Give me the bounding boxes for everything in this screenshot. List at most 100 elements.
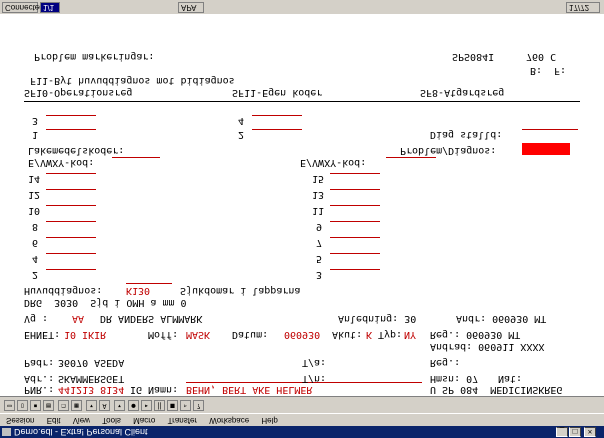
code-field[interactable]: [330, 269, 380, 270]
andrad-label: Andrad: 060911 XXXX: [430, 341, 545, 352]
window-title: Demo.edl - Extra! Personal Client: [14, 427, 148, 437]
problem-diag-field[interactable]: [522, 143, 570, 155]
op-3-label: 3: [32, 115, 39, 126]
op-4-field[interactable]: [252, 115, 302, 116]
row-num-right: 11: [312, 205, 325, 216]
step-icon[interactable]: ▹: [180, 400, 191, 411]
op-3-field[interactable]: [46, 115, 96, 116]
new-session-icon[interactable]: ▭: [4, 400, 15, 411]
help-pointer-icon[interactable]: ?: [193, 400, 204, 411]
play-icon[interactable]: ▸: [141, 400, 152, 411]
row-num-left: 12: [28, 189, 41, 200]
screen-id: SPS084I: [452, 51, 495, 62]
pnr-value[interactable]: 441213 8134: [58, 384, 124, 395]
menu-transfer[interactable]: Transfer: [168, 416, 198, 425]
namn-value[interactable]: BEHN, BERT AKE HELMER: [186, 384, 312, 395]
sf11-label[interactable]: SF11-Egen koder: [232, 87, 322, 98]
code-field[interactable]: [330, 237, 380, 238]
status-bar: Connected 1/1 APA 17/72: [0, 0, 604, 14]
f11-hint: F11-Byt huvuddiagnos mot bidiagnos: [30, 75, 235, 86]
font-icon[interactable]: A: [99, 400, 110, 411]
title-bar: Demo.edl - Extra! Personal Client _ □ ×: [0, 426, 604, 438]
code-field[interactable]: [46, 173, 96, 174]
record-icon[interactable]: ●: [128, 400, 139, 411]
code-field[interactable]: [330, 221, 380, 222]
page-f-label: F:: [554, 65, 567, 76]
row-num-right: 13: [312, 189, 325, 200]
huvuddiagnos-value[interactable]: K130: [126, 285, 150, 296]
code-field[interactable]: [330, 173, 380, 174]
diag-stalld-field[interactable]: [522, 129, 578, 130]
copy-icon[interactable]: ❐: [58, 400, 69, 411]
page-b-label: B:: [530, 65, 543, 76]
sf8-label[interactable]: SF8-Atgardsreg: [420, 87, 504, 98]
dropdown-icon[interactable]: ▾: [86, 400, 97, 411]
paste-icon[interactable]: ▦: [71, 400, 82, 411]
vg-value[interactable]: AA: [72, 313, 84, 324]
tn-label: T/n:: [302, 373, 327, 384]
save-icon[interactable]: ▪: [30, 400, 41, 411]
minimize-button[interactable]: _: [556, 427, 568, 437]
menu-help[interactable]: Help: [261, 416, 277, 425]
row-num-left: 4: [32, 253, 39, 264]
doctor-name: DR ANDERS ALMMARK: [100, 313, 203, 324]
padr-label: Padr:: [24, 357, 55, 368]
close-button[interactable]: ×: [584, 427, 596, 437]
enhet-value[interactable]: 10 IKIR: [64, 329, 106, 340]
code-field[interactable]: [46, 253, 96, 254]
evwxy-left-field[interactable]: [112, 157, 160, 158]
menu-view[interactable]: View: [73, 416, 90, 425]
print-icon[interactable]: ▤: [43, 400, 54, 411]
sf10-label[interactable]: SF10-Operationsreg: [24, 87, 132, 98]
maximize-button[interactable]: □: [569, 427, 581, 437]
menu-workspace[interactable]: Workspace: [209, 416, 249, 425]
akut-value[interactable]: K: [366, 329, 372, 340]
menu-edit[interactable]: Edit: [47, 416, 61, 425]
evwxy-right-field[interactable]: [386, 157, 436, 158]
code-field[interactable]: [330, 205, 380, 206]
app-icon: [2, 428, 11, 436]
row-num-left: 6: [32, 237, 39, 248]
huvuddiagnos-label: Huvuddiagnos:: [24, 285, 103, 296]
macro-icon[interactable]: ▾: [114, 400, 125, 411]
datum-label: Datum:: [232, 329, 269, 340]
code-field[interactable]: [46, 221, 96, 222]
huvuddiagnos-desc: Sjukdomar i lapparna: [180, 285, 301, 296]
code-field[interactable]: [330, 189, 380, 190]
status-mode: APA: [178, 2, 204, 13]
adr-label: Adr.:: [24, 373, 55, 384]
open-icon[interactable]: ▯: [17, 400, 28, 411]
reg2-label: Reg.: 060930 MT: [430, 329, 521, 340]
code-field[interactable]: [46, 269, 96, 270]
code-field[interactable]: [46, 205, 96, 206]
menu-tools[interactable]: Tools: [102, 416, 121, 425]
op-1-field[interactable]: [46, 129, 96, 130]
pause-icon[interactable]: ‖: [154, 400, 165, 411]
row-num-right: 5: [316, 253, 323, 264]
reg-label: Reg.:: [430, 357, 461, 368]
namn-label: Namn:: [148, 384, 179, 395]
row-num-right: 15: [312, 173, 325, 184]
menu-session[interactable]: Session: [6, 416, 34, 425]
nat-label: Nat:: [498, 373, 523, 384]
datum-value[interactable]: 060930: [284, 329, 320, 340]
app-window: Demo.edl - Extra! Personal Client _ □ × …: [0, 0, 604, 438]
op-2-field[interactable]: [252, 129, 302, 130]
adr-value: SKAMMERSGET: [58, 373, 125, 384]
code-field[interactable]: [46, 189, 96, 190]
typ-value[interactable]: NY: [404, 329, 416, 340]
moff-label: Moff:: [148, 329, 179, 340]
evwxy-left-label: E/VWXY-kod:: [28, 157, 95, 168]
status-indicator: 1/1: [40, 2, 60, 13]
akut-label: Akut:: [332, 329, 363, 340]
andr-label: Andr: 060930 MT: [456, 313, 547, 324]
menu-macro[interactable]: Macro: [133, 416, 155, 425]
row-num-right: 7: [316, 237, 323, 248]
code-field[interactable]: [330, 253, 380, 254]
stop-icon[interactable]: ■: [167, 400, 178, 411]
terminal-screen: PNR.: 441213 8134 IG Namn: BEHN, BERT AK…: [0, 14, 604, 396]
hmsn-label: Hmsn: 07: [430, 373, 479, 384]
code-field[interactable]: [46, 237, 96, 238]
row-num-right: 3: [316, 269, 323, 280]
moff-value[interactable]: MASK: [186, 329, 210, 340]
